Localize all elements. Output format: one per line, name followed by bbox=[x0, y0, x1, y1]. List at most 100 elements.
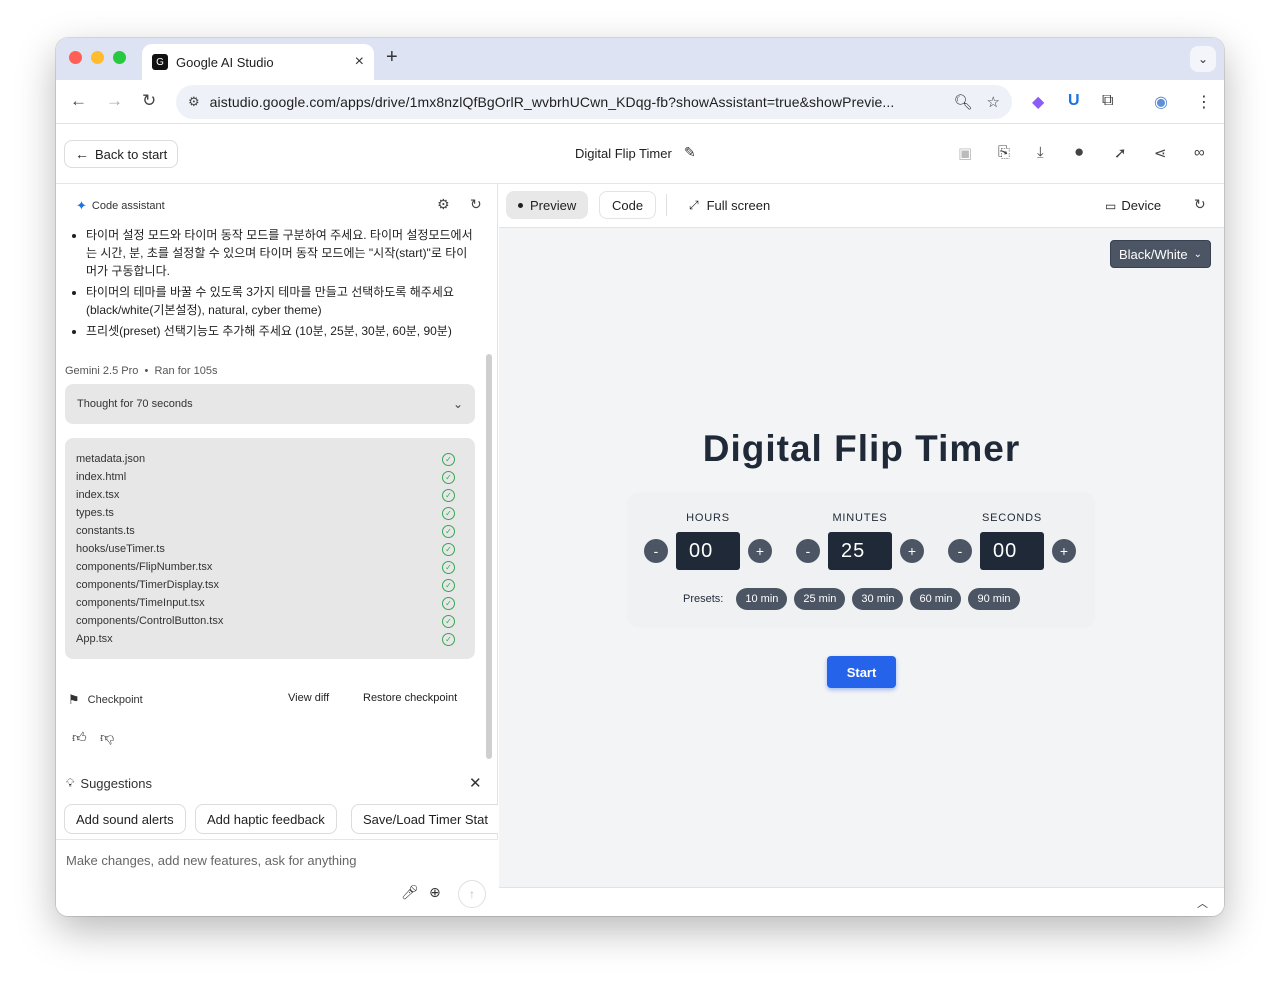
tab-code[interactable]: Code bbox=[599, 191, 657, 219]
extension-u-icon[interactable]: U bbox=[1068, 92, 1080, 110]
extension-crystal-icon[interactable]: ◆ bbox=[1032, 92, 1044, 112]
flag-icon: ⚑ bbox=[68, 692, 80, 707]
check-circle-icon: ✓ bbox=[442, 506, 455, 520]
file-row[interactable]: components/TimerDisplay.tsx ✓ bbox=[76, 576, 463, 594]
deploy-rocket-icon[interactable]: ➚ bbox=[1114, 144, 1127, 162]
code-assistant-panel: ✦ Code assistant ⚙ ↻ 타이머 설정 모드와 타이머 동작 모… bbox=[56, 184, 498, 916]
file-row[interactable]: components/FlipNumber.tsx ✓ bbox=[76, 558, 463, 576]
check-circle-icon: ✓ bbox=[442, 524, 455, 538]
share-icon[interactable]: ⋖ bbox=[1154, 144, 1167, 162]
model-name: Gemini 2.5 Pro bbox=[65, 365, 139, 377]
check-circle-icon: ✓ bbox=[442, 488, 455, 502]
restore-checkpoint-button[interactable]: Restore checkpoint bbox=[363, 692, 457, 704]
preview-refresh-icon[interactable]: ↻ bbox=[1194, 196, 1206, 213]
seconds-decrement-button[interactable]: - bbox=[948, 539, 972, 563]
minimize-window-button[interactable] bbox=[91, 51, 104, 64]
close-window-button[interactable] bbox=[69, 51, 82, 64]
save-icon[interactable]: ▣ bbox=[958, 144, 972, 162]
hours-value[interactable]: 00 bbox=[676, 532, 740, 570]
zoom-icon[interactable]: 🔍︎ bbox=[954, 93, 973, 111]
tab-preview-label: Preview bbox=[530, 197, 577, 213]
forward-arrow-icon[interactable]: → bbox=[106, 91, 123, 111]
back-to-start-button[interactable]: ← Back to start bbox=[64, 140, 179, 168]
app-header: ← Back to start Digital Flip Timer ✎ ▣ ⎘… bbox=[56, 124, 1224, 184]
file-row[interactable]: metadata.json ✓ bbox=[76, 450, 463, 468]
file-row[interactable]: constants.ts ✓ bbox=[76, 522, 463, 540]
tab-search-button[interactable]: ⌄ bbox=[1190, 46, 1216, 72]
minutes-value[interactable]: 25 bbox=[828, 532, 892, 570]
preset-90-min-button[interactable]: 90 min bbox=[968, 588, 1020, 610]
file-row[interactable]: index.html ✓ bbox=[76, 468, 463, 486]
check-circle-icon: ✓ bbox=[442, 596, 455, 610]
full-screen-button[interactable]: ⤢ Full screen bbox=[689, 198, 770, 213]
prompt-bullet: 타이머의 테마를 바꿀 수 있도록 3가지 테마를 만들고 선택하도록 해주세요… bbox=[86, 283, 476, 319]
check-circle-icon: ✓ bbox=[442, 542, 455, 556]
profile-avatar-icon[interactable]: ◉ bbox=[1154, 92, 1168, 112]
file-row[interactable]: hooks/useTimer.ts ✓ bbox=[76, 540, 463, 558]
seconds-unit: SECONDS - 00 + bbox=[947, 512, 1077, 570]
github-icon[interactable]: ● bbox=[1074, 142, 1084, 162]
file-row[interactable]: components/TimeInput.tsx ✓ bbox=[76, 594, 463, 612]
file-name: index.html bbox=[76, 471, 127, 483]
add-attachment-icon[interactable]: ⊕ bbox=[429, 884, 441, 901]
hours-increment-button[interactable]: + bbox=[748, 539, 772, 563]
back-arrow-icon[interactable]: ← bbox=[70, 91, 87, 111]
preset-10-min-button[interactable]: 10 min bbox=[736, 588, 788, 610]
close-suggestions-icon[interactable]: ✕ bbox=[469, 774, 482, 792]
maximize-window-button[interactable] bbox=[113, 51, 126, 64]
file-name: components/TimeInput.tsx bbox=[76, 597, 205, 609]
composer-input[interactable] bbox=[66, 853, 486, 868]
suggestion-chip[interactable]: Add sound alerts bbox=[64, 804, 186, 834]
seconds-value[interactable]: 00 bbox=[980, 532, 1044, 570]
hours-unit: HOURS - 00 + bbox=[643, 512, 773, 570]
browser-toolbar: ← → ↻ ⚙ aistudio.google.com/apps/drive/1… bbox=[56, 80, 1224, 124]
suggestion-chip[interactable]: Add haptic feedback bbox=[195, 804, 337, 834]
assistant-settings-gear-icon[interactable]: ⚙ bbox=[437, 196, 450, 213]
seconds-increment-button[interactable]: + bbox=[1052, 539, 1076, 563]
suggestions-title: Suggestions bbox=[80, 776, 152, 791]
extensions-puzzle-icon[interactable]: ⧉ bbox=[1102, 92, 1113, 110]
device-button[interactable]: ▭ Device bbox=[1105, 198, 1161, 213]
minutes-decrement-button[interactable]: - bbox=[796, 539, 820, 563]
chevron-up-icon[interactable]: ︿ bbox=[1197, 895, 1208, 911]
thought-summary-toggle[interactable]: Thought for 70 seconds ⌄ bbox=[65, 384, 475, 424]
browser-tab[interactable]: G Google AI Studio × bbox=[142, 44, 374, 80]
close-tab-icon[interactable]: × bbox=[355, 53, 364, 71]
url-text[interactable]: aistudio.google.com/apps/drive/1mx8nzlQf… bbox=[210, 94, 940, 110]
assistant-refresh-icon[interactable]: ↻ bbox=[470, 196, 482, 213]
download-icon[interactable]: ⤓ bbox=[1037, 144, 1044, 161]
minutes-increment-button[interactable]: + bbox=[900, 539, 924, 563]
suggestion-chip[interactable]: Save/Load Timer Stat bbox=[351, 804, 498, 834]
preset-60-min-button[interactable]: 60 min bbox=[910, 588, 962, 610]
panel-scrollbar[interactable] bbox=[486, 354, 492, 759]
send-button[interactable]: ↑ bbox=[458, 880, 486, 908]
reload-icon[interactable]: ↻ bbox=[142, 91, 156, 111]
preset-25-min-button[interactable]: 25 min bbox=[794, 588, 846, 610]
tab-preview[interactable]: Preview bbox=[506, 191, 589, 219]
bookmark-star-icon[interactable]: ☆ bbox=[987, 93, 1000, 111]
generated-files-list: metadata.json ✓ index.html ✓ index.tsx ✓ ty… bbox=[65, 438, 475, 659]
file-row[interactable]: index.tsx ✓ bbox=[76, 486, 463, 504]
preset-30-min-button[interactable]: 30 min bbox=[852, 588, 904, 610]
view-diff-button[interactable]: View diff bbox=[288, 692, 329, 704]
site-settings-icon[interactable]: ⚙ bbox=[188, 94, 200, 110]
thumbs-down-icon[interactable]: 👎︎ bbox=[100, 729, 114, 746]
file-row[interactable]: App.tsx ✓ bbox=[76, 630, 463, 648]
save-to-drive-icon[interactable]: ⎘ bbox=[998, 144, 1010, 161]
new-tab-button[interactable]: + bbox=[386, 46, 398, 69]
hours-decrement-button[interactable]: - bbox=[644, 539, 668, 563]
edit-title-pencil-icon[interactable]: ✎ bbox=[684, 144, 696, 161]
browser-menu-icon[interactable]: ⋮ bbox=[1196, 92, 1212, 112]
file-name: constants.ts bbox=[76, 525, 135, 537]
address-bar[interactable]: ⚙ aistudio.google.com/apps/drive/1mx8nzl… bbox=[176, 85, 1012, 119]
checkpoint-label: ⚑ Checkpoint bbox=[68, 692, 143, 708]
thumbs-up-icon[interactable]: 👍︎ bbox=[72, 729, 87, 746]
hide-preview-icon[interactable]: ∞ bbox=[1194, 144, 1205, 161]
theme-select[interactable]: Black/White ⌄ bbox=[1110, 240, 1211, 268]
file-row[interactable]: types.ts ✓ bbox=[76, 504, 463, 522]
microphone-icon[interactable]: 🎤︎ bbox=[401, 884, 419, 901]
theme-select-value: Black/White bbox=[1119, 246, 1188, 262]
file-row[interactable]: components/ControlButton.tsx ✓ bbox=[76, 612, 463, 630]
device-label: Device bbox=[1121, 198, 1162, 213]
start-button[interactable]: Start bbox=[827, 656, 896, 688]
